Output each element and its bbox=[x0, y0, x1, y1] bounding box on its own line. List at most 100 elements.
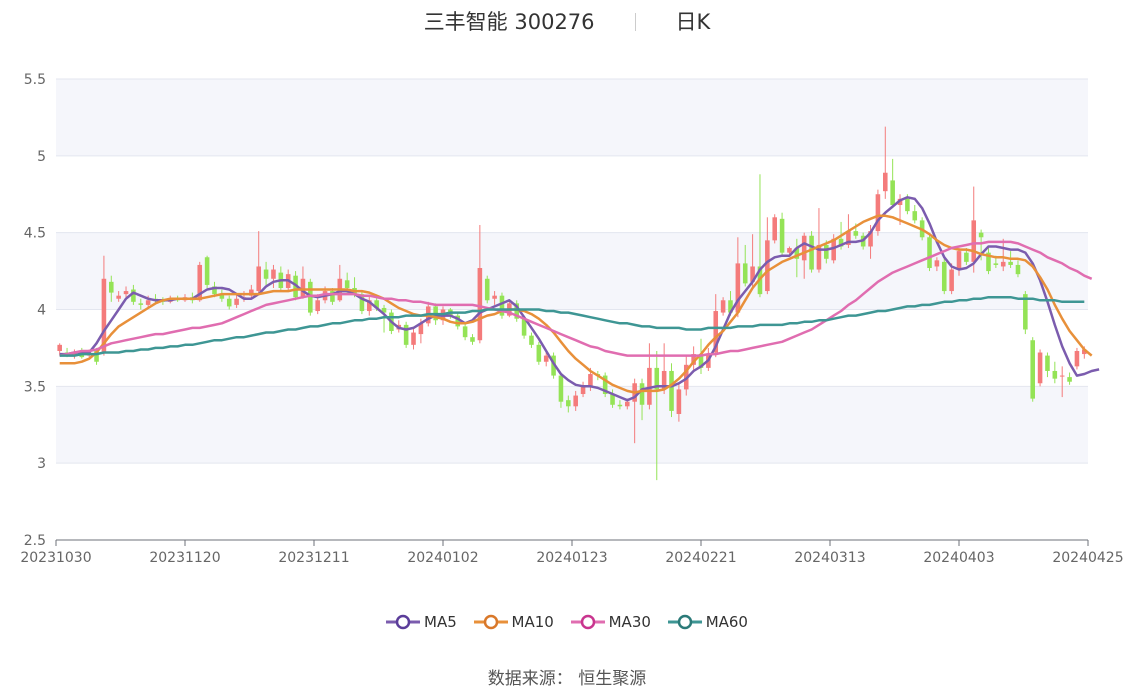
legend-marker-ma30-icon bbox=[570, 614, 605, 630]
candle-body bbox=[558, 375, 564, 402]
candle-body bbox=[204, 257, 210, 285]
candle-body bbox=[956, 251, 962, 270]
candle-body bbox=[934, 260, 940, 267]
candle-body bbox=[529, 335, 534, 345]
candle-body bbox=[263, 269, 269, 279]
chart-title: 三丰智能 300276 bbox=[423, 10, 595, 34]
candle-body bbox=[271, 269, 276, 279]
candle-body bbox=[772, 217, 777, 241]
candle-body bbox=[912, 211, 918, 221]
candle-body bbox=[492, 295, 497, 299]
candle-body bbox=[543, 355, 549, 362]
candle-body bbox=[462, 326, 468, 338]
candle-body bbox=[344, 280, 350, 288]
x-tick-label: 20240313 bbox=[794, 550, 865, 566]
y-tick-label: 4 bbox=[37, 303, 46, 319]
candle-body bbox=[226, 298, 232, 307]
x-tick-label: 20240403 bbox=[923, 550, 994, 566]
x-tick-label: 20231120 bbox=[149, 550, 220, 566]
grid-band bbox=[56, 386, 1088, 464]
candle-body bbox=[809, 235, 814, 270]
candle-body bbox=[720, 300, 726, 313]
candle-body bbox=[470, 337, 475, 342]
legend-item-ma10[interactable]: MA10 bbox=[473, 612, 554, 631]
candle-body bbox=[853, 231, 859, 236]
legend-marker-ma60-icon bbox=[667, 614, 702, 630]
period-selector[interactable]: 日K bbox=[676, 10, 711, 34]
title-separator bbox=[634, 13, 636, 31]
legend: MA5 MA10 MA30 MA60 bbox=[0, 612, 1134, 631]
candle-body bbox=[116, 295, 121, 299]
legend-item-ma5[interactable]: MA5 bbox=[386, 613, 457, 631]
x-tick-label: 20231030 bbox=[20, 550, 91, 566]
candle-body bbox=[625, 401, 630, 407]
candle-body bbox=[1045, 355, 1050, 371]
candle-body bbox=[742, 263, 748, 284]
candle-body bbox=[1052, 370, 1058, 379]
candle-body bbox=[1037, 352, 1043, 384]
candle-body bbox=[1067, 377, 1072, 382]
candle-body bbox=[477, 268, 483, 341]
candlestick-chart: 2.5 3 3.5 4 4.5 5 5.5 20231030 20231120 20231211 2… bbox=[20, 72, 1123, 566]
candle-body bbox=[1015, 264, 1021, 275]
candle-body bbox=[927, 237, 932, 269]
candle-body bbox=[971, 220, 977, 262]
legend-label-ma5: MA5 bbox=[424, 612, 457, 631]
candle-body bbox=[779, 218, 785, 253]
candle-body bbox=[765, 240, 770, 292]
grid-band bbox=[56, 232, 1088, 310]
candle-body bbox=[138, 303, 144, 305]
source-label: 数据来源： bbox=[487, 669, 573, 689]
legend-item-ma30[interactable]: MA30 bbox=[570, 612, 651, 631]
candle-body bbox=[315, 300, 320, 312]
candle-body bbox=[1000, 261, 1006, 267]
candle-body bbox=[941, 261, 947, 292]
candle-body bbox=[484, 278, 490, 301]
x-tick-label: 20231211 bbox=[278, 550, 349, 566]
data-source: 数据来源： 恒生聚源 bbox=[0, 664, 1134, 689]
candle-body bbox=[883, 172, 888, 192]
candle-body bbox=[536, 344, 542, 362]
y-tick-label: 2.5 bbox=[24, 533, 46, 549]
candle-body bbox=[676, 389, 682, 414]
x-tick-label: 20240425 bbox=[1052, 550, 1123, 566]
chart-header: 三丰智能 300276 日K bbox=[0, 6, 1134, 36]
candle-body bbox=[905, 198, 910, 212]
legend-label-ma10: MA10 bbox=[511, 612, 554, 631]
x-tick-label: 20240221 bbox=[665, 550, 736, 566]
candle-body bbox=[1074, 350, 1080, 367]
candle-body bbox=[875, 194, 881, 232]
candle-body bbox=[300, 278, 306, 298]
candle-body bbox=[964, 252, 969, 262]
candle-body bbox=[234, 298, 239, 305]
candle-body bbox=[617, 404, 623, 407]
candle-body bbox=[145, 300, 151, 305]
legend-label-ma60: MA60 bbox=[705, 612, 748, 631]
candle-body bbox=[890, 180, 895, 206]
candle-body bbox=[256, 266, 261, 292]
candle-body bbox=[669, 370, 674, 411]
source-name: 恒生聚源 bbox=[578, 669, 647, 689]
candle-body bbox=[109, 281, 114, 293]
candle-body bbox=[1030, 340, 1035, 399]
candle-body bbox=[824, 244, 829, 259]
legend-item-ma60[interactable]: MA60 bbox=[667, 612, 748, 631]
candle-body bbox=[787, 248, 792, 253]
candle-body bbox=[588, 374, 593, 387]
y-tick-label: 5.5 bbox=[24, 72, 46, 88]
legend-marker-ma10-icon bbox=[473, 614, 508, 630]
legend-label-ma30: MA30 bbox=[608, 612, 651, 631]
legend-marker-ma5-icon bbox=[386, 614, 420, 630]
candle-body bbox=[949, 269, 954, 292]
candle-body bbox=[978, 232, 984, 238]
candle-body bbox=[1008, 261, 1013, 265]
candle-body bbox=[57, 344, 62, 351]
y-tick-label: 4.5 bbox=[24, 226, 46, 242]
candle-body bbox=[411, 332, 416, 345]
candle-body bbox=[801, 235, 807, 261]
candle-body bbox=[566, 400, 571, 407]
candle-body bbox=[993, 263, 999, 265]
y-tick-label: 3 bbox=[37, 456, 46, 472]
y-tick-label: 3.5 bbox=[24, 379, 46, 395]
candle-body bbox=[1059, 375, 1065, 377]
